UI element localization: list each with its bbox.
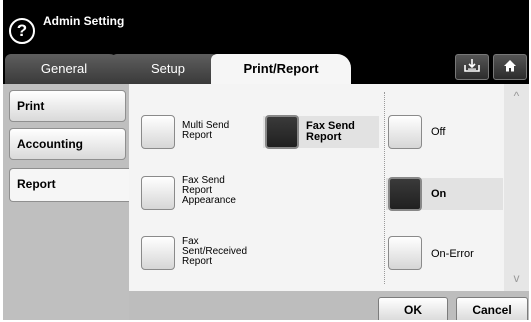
fax-sent-received-report-label: Fax Sent/Received Report	[182, 236, 248, 267]
help-icon[interactable]: ?	[9, 18, 35, 44]
report-mode-off-label: Off	[431, 126, 446, 138]
tab-general[interactable]: General	[5, 54, 123, 84]
admin-setting-screen: ? Admin Setting General Setup Print/Repo…	[3, 0, 529, 320]
download-tray-icon[interactable]	[455, 54, 489, 80]
action-bar: OK Cancel	[129, 291, 529, 320]
fax-send-report-button[interactable]	[265, 115, 299, 149]
page-title: Admin Setting	[43, 14, 125, 28]
multi-send-report-button[interactable]	[141, 115, 175, 149]
scroll-down-icon[interactable]: v	[507, 270, 526, 287]
multi-send-report-label: Multi Send Report	[182, 120, 230, 141]
fax-send-report-label: Fax Send Report	[306, 120, 355, 143]
cancel-button[interactable]: Cancel	[456, 297, 528, 320]
sidebar-item-print[interactable]: Print	[9, 90, 126, 122]
sidebar-item-report[interactable]: Report	[9, 168, 129, 202]
report-settings-panel: Multi Send Report Fax Send Report Fax Se…	[129, 84, 504, 291]
report-mode-on-label: On	[431, 188, 447, 200]
tab-print-report[interactable]: Print/Report	[211, 54, 351, 84]
fax-send-report-appearance-label: Fax Send Report Appearance	[182, 175, 236, 206]
sidebar-item-accounting-reports[interactable]: Accounting Reports	[9, 128, 126, 181]
tab-setup[interactable]: Setup	[111, 54, 225, 84]
fax-sent-received-report-button[interactable]	[141, 236, 175, 270]
home-icon-graphic	[504, 60, 516, 72]
download-tray-icon-graphic	[464, 59, 480, 72]
fax-send-report-appearance-button[interactable]	[141, 176, 175, 210]
home-icon[interactable]	[493, 54, 527, 80]
scrollbar[interactable]: ^ v	[504, 84, 529, 291]
report-mode-on-button[interactable]	[388, 177, 422, 211]
report-mode-on-error-label: On-Error	[431, 248, 474, 260]
report-mode-on-error-button[interactable]	[388, 236, 422, 270]
title-bar: ? Admin Setting	[3, 0, 529, 50]
sidebar: Print Accounting Reports Report	[3, 84, 129, 320]
column-divider	[384, 92, 385, 284]
tab-bar: General Setup Print/Report	[3, 50, 529, 84]
ok-button[interactable]: OK	[378, 297, 448, 320]
report-mode-off-button[interactable]	[388, 115, 422, 149]
scroll-up-icon[interactable]: ^	[507, 88, 526, 105]
